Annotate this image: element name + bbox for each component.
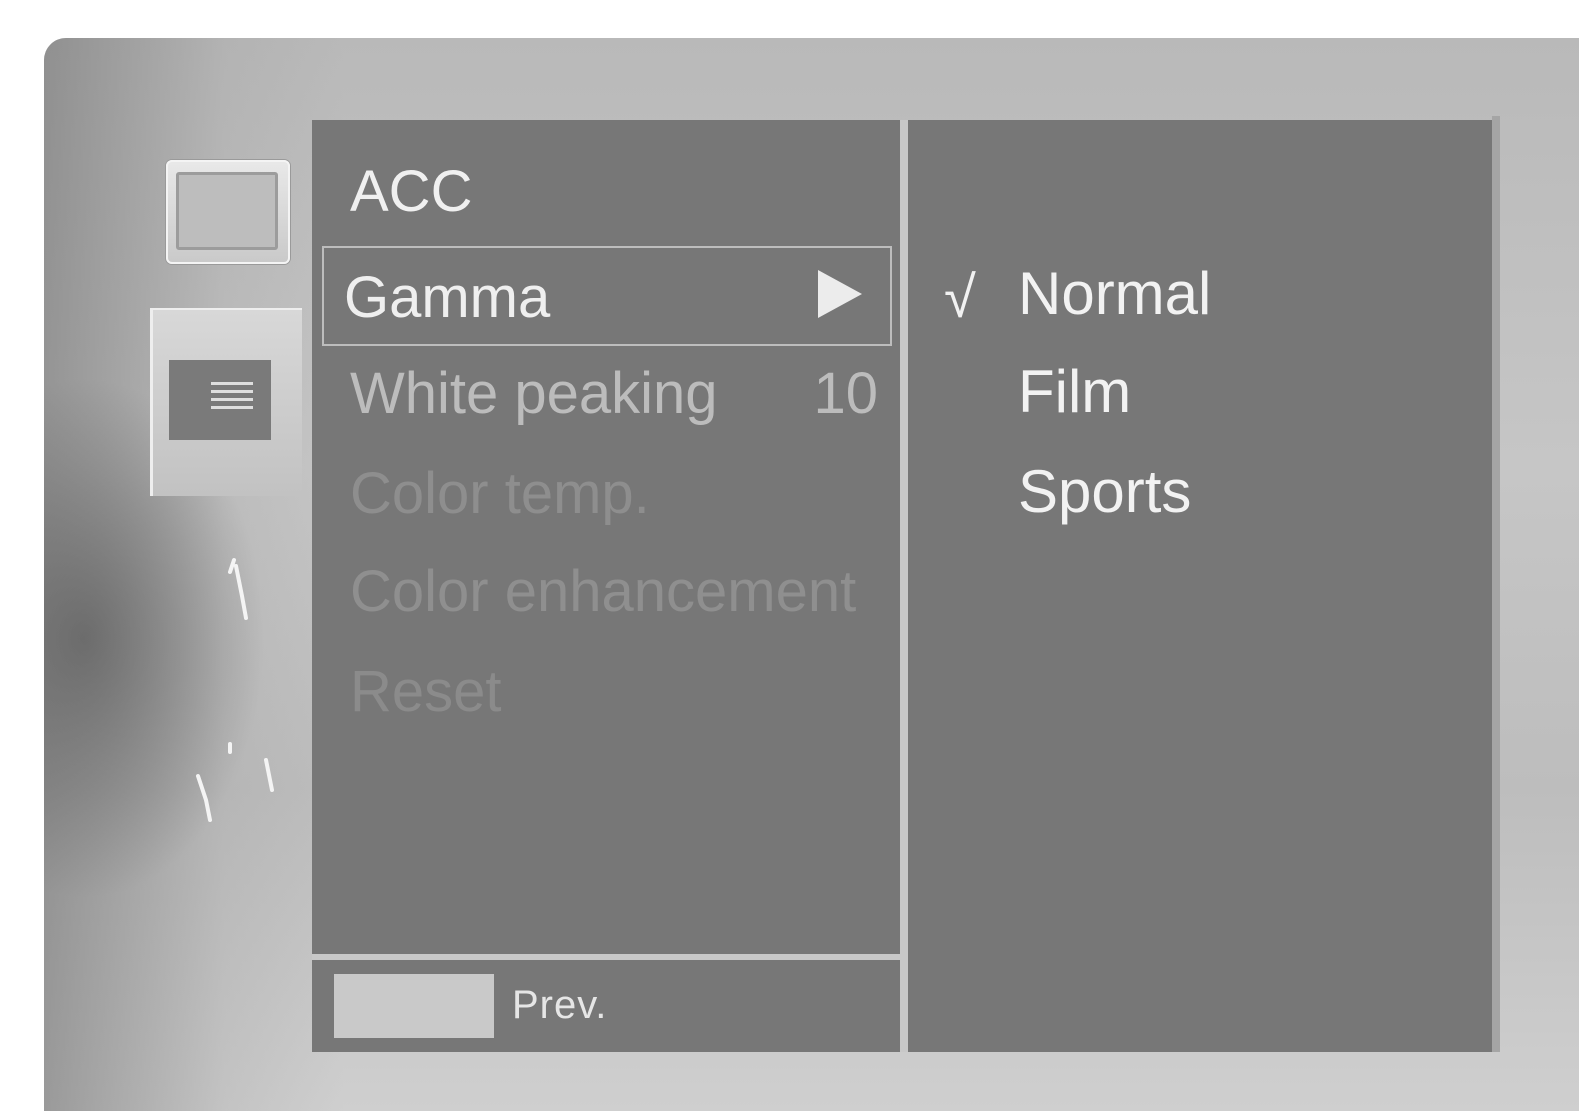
time-icon[interactable] (186, 740, 282, 830)
white-peaking-value: 10 (813, 361, 878, 426)
option-label: Normal (1018, 260, 1212, 327)
audio-icon[interactable] (224, 556, 254, 622)
submenu-edge (1492, 116, 1500, 1052)
tv-osd-screen: ACC Gamma White peaking 10 Color temp. C… (0, 0, 1579, 1111)
menu-item-white-peaking[interactable]: White peaking 10 (322, 344, 892, 444)
option-label: Film (1018, 358, 1132, 425)
picture-icon[interactable] (150, 308, 302, 496)
gamma-submenu: √ Normal Film Sports (908, 120, 1498, 1052)
arrow-right-icon (818, 270, 862, 318)
picture-icon-box (169, 360, 271, 440)
menu-item-color-enhancement[interactable]: Color enhancement (322, 542, 892, 642)
prev-label: Prev. (512, 983, 608, 1027)
gamma-option-sports[interactable]: Sports (908, 442, 1488, 542)
menu-footer: Prev. (312, 960, 900, 1052)
menu-item-label: Reset (350, 659, 502, 724)
menu-item-gamma[interactable]: Gamma (322, 246, 892, 346)
screen-icon[interactable] (166, 160, 290, 264)
prev-key-icon[interactable] (334, 974, 494, 1038)
menu-item-label: White peaking (350, 361, 718, 426)
menu-item-label: Color enhancement (350, 559, 857, 624)
menu-item-label: ACC (350, 159, 473, 224)
menu-item-acc[interactable]: ACC (322, 142, 892, 242)
picture-menu: ACC Gamma White peaking 10 Color temp. C… (312, 120, 900, 956)
option-label: Sports (1018, 458, 1192, 525)
gamma-option-normal[interactable]: √ Normal (908, 244, 1488, 344)
menu-item-label: Gamma (344, 265, 551, 330)
menu-item-reset[interactable]: Reset (322, 642, 892, 742)
gamma-option-film[interactable]: Film (908, 342, 1488, 442)
checkmark-icon: √ (944, 265, 976, 330)
menu-item-label: Color temp. (350, 461, 650, 526)
panel-divider (900, 120, 908, 1052)
menu-item-color-temp[interactable]: Color temp. (322, 444, 892, 544)
